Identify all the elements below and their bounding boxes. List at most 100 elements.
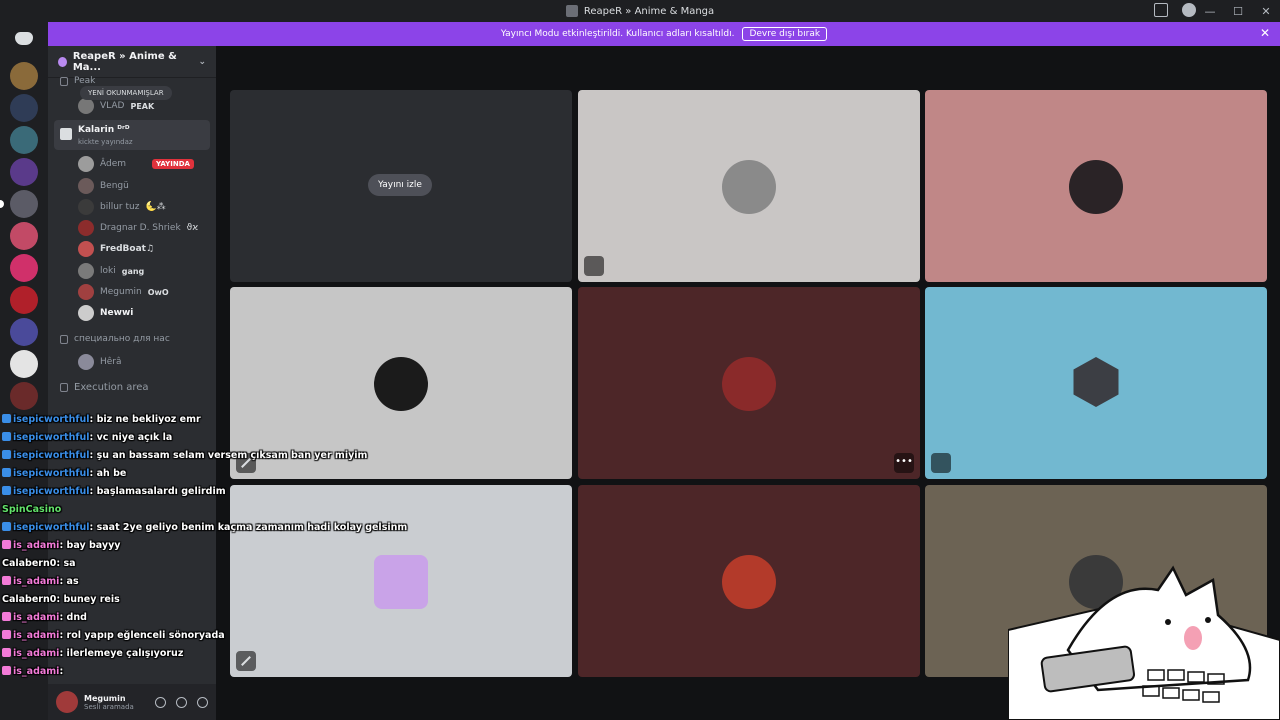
sub-badge-icon [2,630,11,639]
gear-icon[interactable] [197,696,208,708]
avatar [1069,160,1123,214]
headphones-icon[interactable] [176,696,187,708]
participant-tile[interactable] [578,90,920,282]
sub-badge-icon [2,612,11,621]
server-icon[interactable] [10,318,38,346]
member-item[interactable]: Hêrâ [48,354,216,370]
watch-stream-button[interactable]: Yayını izle [368,174,432,196]
deafened-icon [584,256,604,276]
stream-tile[interactable]: Yayını izle [230,90,572,282]
avatar [78,199,94,215]
close-window-button[interactable]: ✕ [1252,5,1280,18]
lock-icon [60,383,68,392]
member-item[interactable]: Dragnar D. Shriek ϑϰ [48,220,216,236]
avatar [78,220,94,236]
category-execution[interactable]: Execution area [48,382,216,393]
participant-tile[interactable] [230,485,572,677]
avatar [722,160,776,214]
avatar [78,98,94,114]
sub-badge-icon [2,540,11,549]
user-panel: Megumin Sesli aramada [48,684,216,720]
server-icon[interactable] [10,62,38,90]
server-icon[interactable] [10,94,38,122]
prime-badge-icon [2,450,11,459]
guild-icon [58,56,67,67]
prime-badge-icon [2,432,11,441]
maximize-button[interactable]: ☐ [1224,5,1252,18]
server-icon[interactable] [10,350,38,378]
chat-message: is_adami: [2,664,63,680]
discord-home-icon[interactable] [8,26,40,50]
server-icon[interactable] [10,254,38,282]
avatar [78,354,94,370]
live-badge: YAYINDA [152,159,194,169]
server-icon[interactable] [10,158,38,186]
new-unread-badge[interactable]: YENİ OKUNMAMIŞLAR [80,86,172,100]
inbox-icon[interactable] [1154,3,1168,17]
user-status: Sesli aramada [84,702,134,711]
banner-message: Yayıncı Modu etkinleştirildi. Kullanıcı … [500,29,735,39]
participant-tile[interactable] [925,287,1267,479]
avatar [78,241,94,257]
guild-header[interactable]: ReapeR » Anime & Ma... ⌄ [48,46,216,78]
avatar [722,357,776,411]
server-icon[interactable] [10,382,38,410]
avatar [78,305,94,321]
speaking-icon [931,453,951,473]
chat-message: isepicworthful: ah be [2,466,126,482]
member-item[interactable]: Bengü [48,178,216,194]
member-vlad[interactable]: VLAD PEAK [48,98,216,114]
participant-tile[interactable] [925,90,1267,282]
participant-tile[interactable]: ••• [578,287,920,479]
prime-badge-icon [2,486,11,495]
more-options-icon[interactable]: ••• [894,453,914,473]
chat-message: isepicworthful: vc niye açık la [2,430,172,446]
chat-message: Calabern0: buney reis [2,594,120,605]
member-item[interactable]: FredBoat♫ [48,241,216,257]
chat-message: Calabern0: sa [2,558,76,569]
chat-message: is_adami: dnd [2,610,87,626]
sub-badge-icon [2,648,11,657]
avatar [78,263,94,279]
server-icon[interactable] [10,126,38,154]
chat-message: is_adami: bay bayyy [2,538,120,554]
member-item[interactable]: billur tuz 🌜⁂ [48,199,216,215]
selected-server-pill [0,200,4,208]
close-banner-icon[interactable]: ✕ [1260,26,1270,40]
category-peak[interactable]: Peak [48,76,216,86]
avatar [722,555,776,609]
avatar [374,555,428,609]
title-bar: ReapeR » Anime & Manga — ☐ ✕ [0,0,1280,22]
chat-message: isepicworthful: biz ne bekliyoz emr [2,412,201,428]
chevron-down-icon[interactable]: ⌄ [198,57,206,67]
chat-message: isepicworthful: saat 2ye geliyo benim ka… [2,520,407,536]
server-icon-reaper[interactable] [10,190,38,218]
disable-streamer-mode-button[interactable]: Devre dışı bırak [742,27,828,41]
lock-icon [60,76,68,86]
avatar[interactable] [56,691,78,713]
member-item[interactable]: Megumin OwO [48,284,216,300]
chat-message: is_adami: rol yapıp eğlenceli sönoryada [2,628,225,644]
chat-message: is_adami: ilerlemeye çalışıyoruz [2,646,183,662]
help-icon[interactable] [1182,3,1196,17]
member-item[interactable]: loki gang [48,263,216,279]
voice-channel-kalarin[interactable]: Kalarin ᴰʳᴰ kickte yayındaz [54,120,210,150]
avatar [374,357,428,411]
server-icon[interactable] [10,222,38,250]
muted-icon [236,651,256,671]
member-item[interactable]: Âdem YAYINDA [48,156,216,172]
streamer-mode-banner: Yayıncı Modu etkinleştirildi. Kullanıcı … [48,22,1280,46]
category-special[interactable]: специально для нас [48,334,216,344]
chat-message: SpinCasino [2,504,62,515]
speaker-icon [60,128,72,140]
microphone-icon[interactable] [155,696,166,708]
bot-logo-icon [1073,357,1119,407]
prime-badge-icon [2,414,11,423]
sub-badge-icon [2,576,11,585]
user-name: Megumin [84,693,126,703]
participant-tile[interactable] [578,485,920,677]
minimize-button[interactable]: — [1196,5,1224,18]
member-item[interactable]: Newwi [48,305,216,321]
server-icon[interactable] [10,286,38,314]
chat-message: isepicworthful: şu an bassam selam verse… [2,448,367,464]
